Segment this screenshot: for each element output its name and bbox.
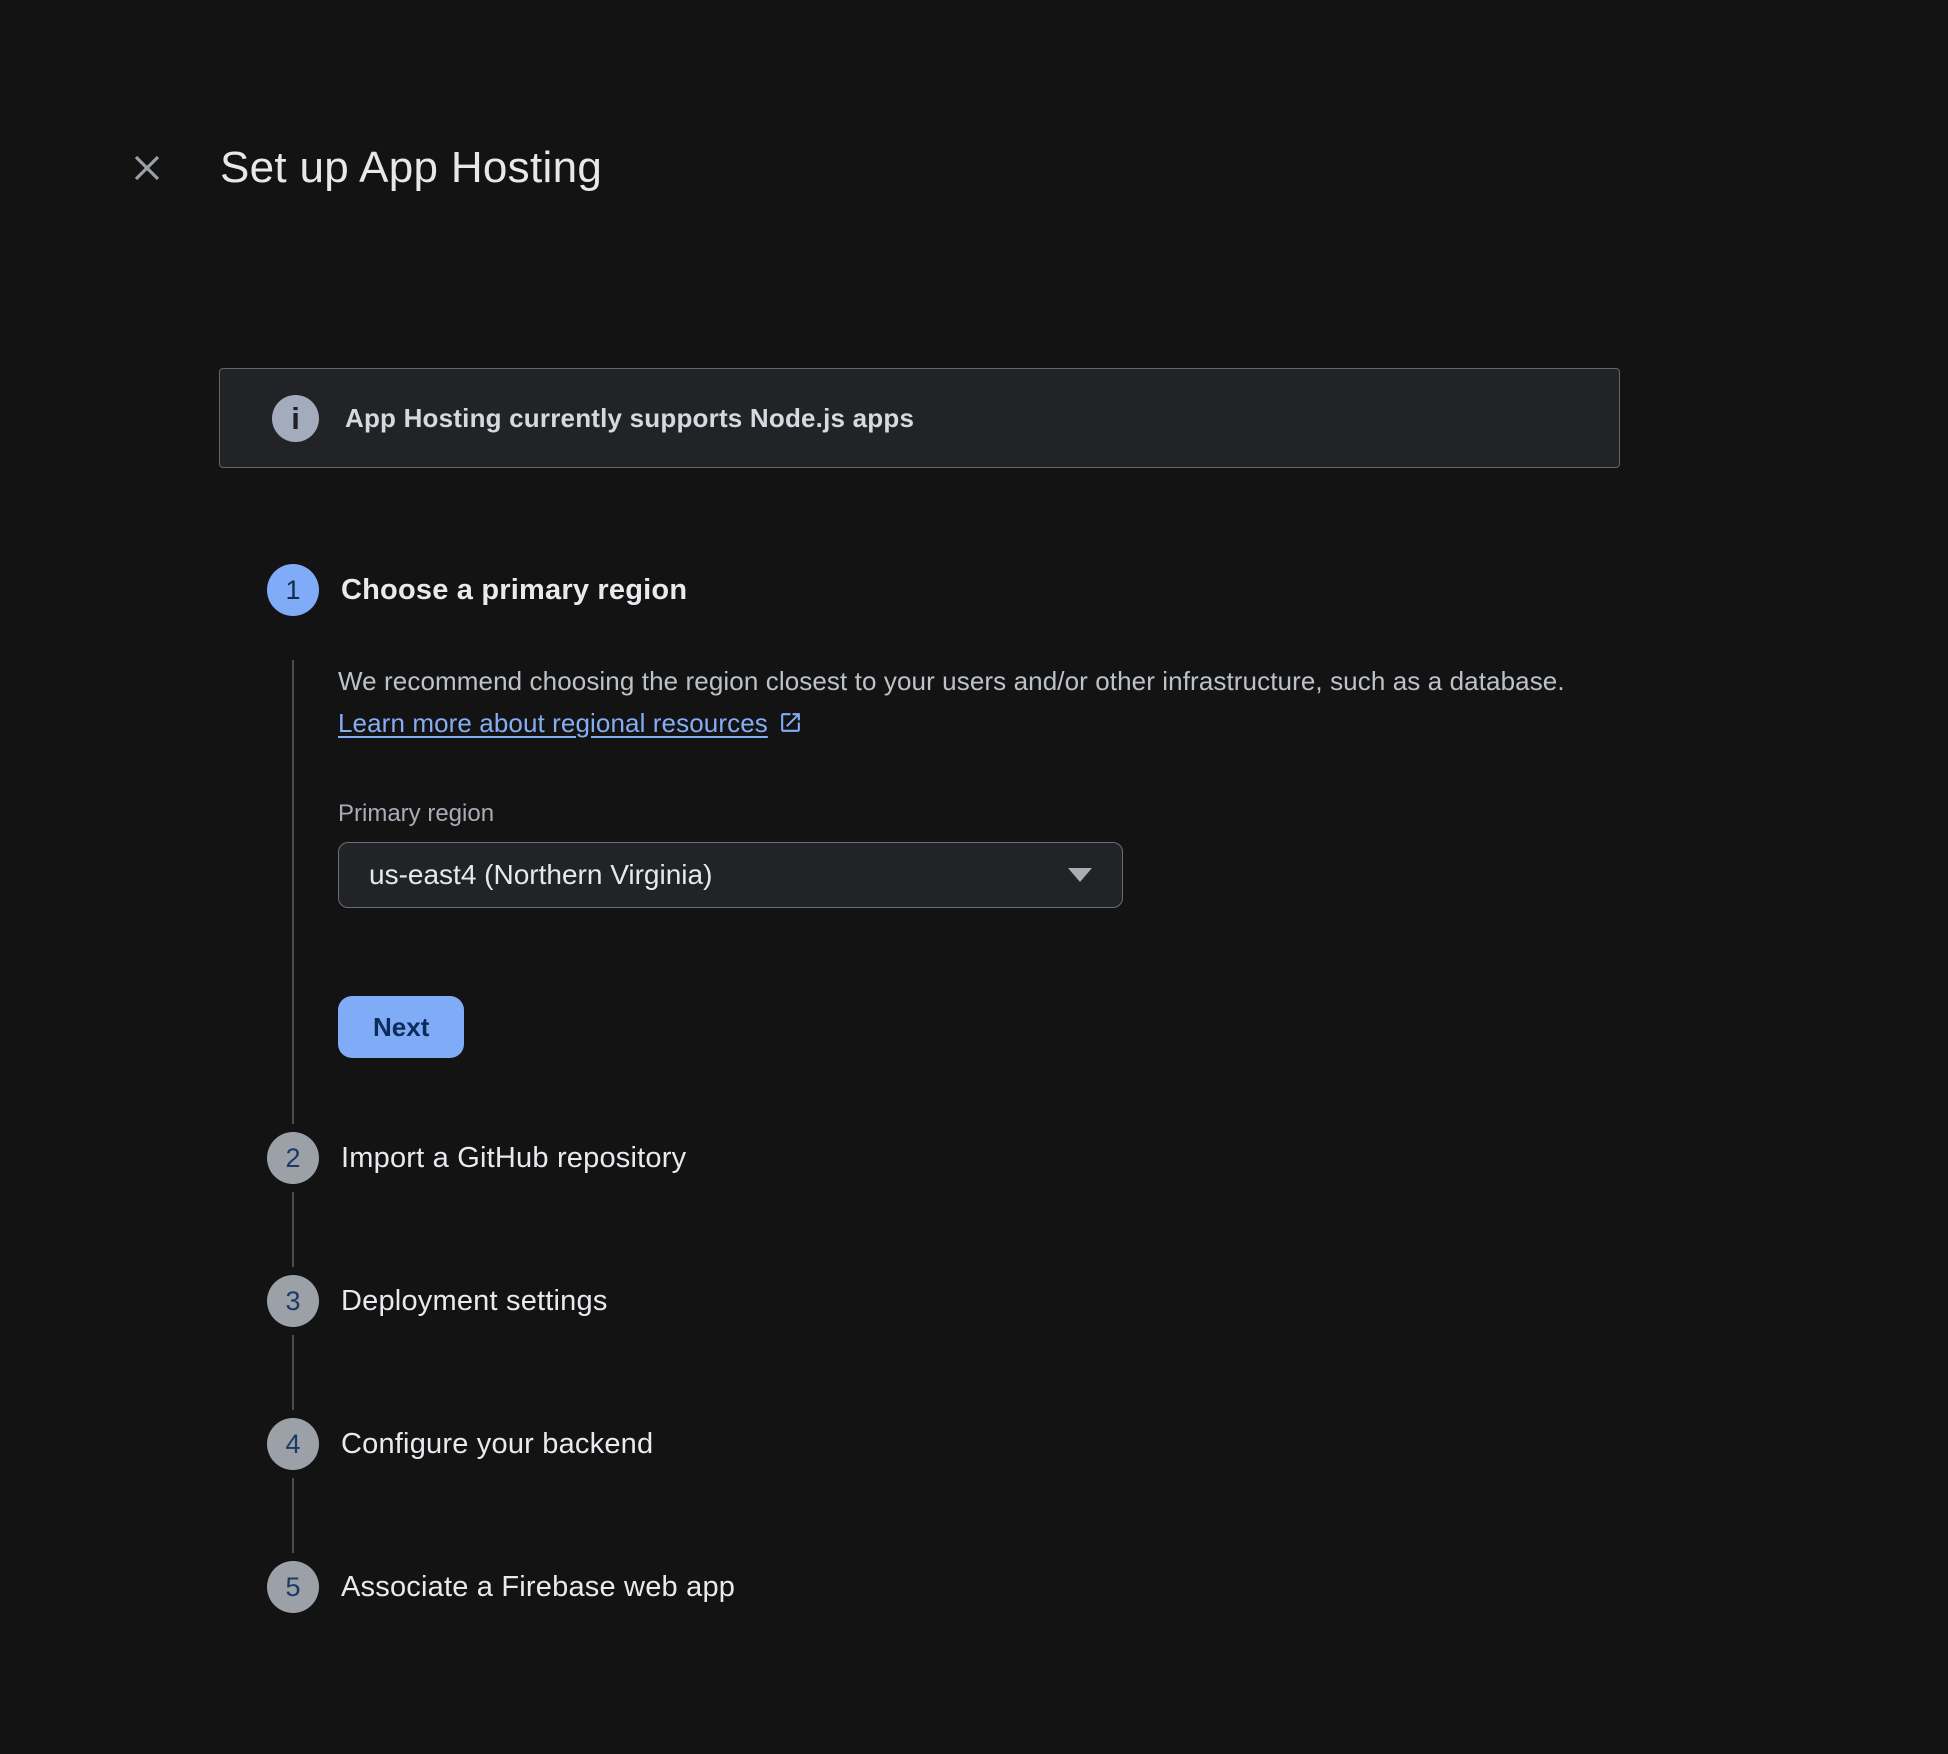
learn-more-link-label: Learn more about regional resources <box>338 708 768 738</box>
step-deployment-settings: 3 Deployment settings <box>267 1275 1620 1410</box>
next-button[interactable]: Next <box>338 996 464 1058</box>
step-import-github-repository: 2 Import a GitHub repository <box>267 1132 1620 1267</box>
dialog-content: i App Hosting currently supports Node.js… <box>219 368 1620 1613</box>
step-2-indicator: 2 <box>267 1132 319 1184</box>
step-4-connector <box>292 1478 1620 1553</box>
region-description: We recommend choosing the region closest… <box>338 660 1573 744</box>
page-title: Set up App Hosting <box>220 143 602 193</box>
stepper: 1 Choose a primary region We recommend c… <box>267 564 1620 1613</box>
step-choose-primary-region: 1 Choose a primary region We recommend c… <box>267 564 1620 1124</box>
step-4-title: Configure your backend <box>341 1428 653 1461</box>
step-5-title: Associate a Firebase web app <box>341 1571 735 1604</box>
close-button[interactable] <box>128 149 166 187</box>
step-1-indicator: 1 <box>267 564 319 616</box>
step-4-indicator: 4 <box>267 1418 319 1470</box>
step-3-header: 3 Deployment settings <box>267 1275 1620 1327</box>
step-5-header: 5 Associate a Firebase web app <box>267 1561 1620 1613</box>
step-3-connector <box>292 1335 1620 1410</box>
step-5-indicator: 5 <box>267 1561 319 1613</box>
step-3-indicator: 3 <box>267 1275 319 1327</box>
step-2-title: Import a GitHub repository <box>341 1142 686 1175</box>
step-1-number: 1 <box>285 577 300 604</box>
step-2-number: 2 <box>285 1145 300 1172</box>
external-link-icon <box>778 710 803 735</box>
primary-region-select[interactable]: us-east4 (Northern Virginia) <box>338 842 1123 908</box>
primary-region-label: Primary region <box>338 800 1620 828</box>
step-3-title: Deployment settings <box>341 1285 608 1318</box>
close-icon <box>131 152 163 184</box>
step-1-header: 1 Choose a primary region <box>267 564 1620 616</box>
info-banner-text: App Hosting currently supports Node.js a… <box>345 403 914 434</box>
chevron-down-icon <box>1068 868 1092 882</box>
step-4-number: 4 <box>285 1431 300 1458</box>
step-4-header: 4 Configure your backend <box>267 1418 1620 1470</box>
primary-region-value: us-east4 (Northern Virginia) <box>369 859 1068 891</box>
dialog-header: Set up App Hosting <box>128 140 1948 196</box>
step-3-number: 3 <box>285 1288 300 1315</box>
step-1-body: We recommend choosing the region closest… <box>292 660 1620 1124</box>
step-2-header: 2 Import a GitHub repository <box>267 1132 1620 1184</box>
info-banner: i App Hosting currently supports Node.js… <box>219 368 1620 468</box>
step-configure-your-backend: 4 Configure your backend <box>267 1418 1620 1553</box>
info-icon: i <box>272 395 319 442</box>
step-associate-firebase-web-app: 5 Associate a Firebase web app <box>267 1561 1620 1613</box>
step-2-connector <box>292 1192 1620 1267</box>
learn-more-regional-resources-link[interactable]: Learn more about regional resources <box>338 708 803 738</box>
region-description-text: We recommend choosing the region closest… <box>338 666 1565 696</box>
setup-app-hosting-dialog: Set up App Hosting i App Hosting current… <box>0 0 1948 1613</box>
step-1-title: Choose a primary region <box>341 574 687 607</box>
step-5-number: 5 <box>285 1574 300 1601</box>
